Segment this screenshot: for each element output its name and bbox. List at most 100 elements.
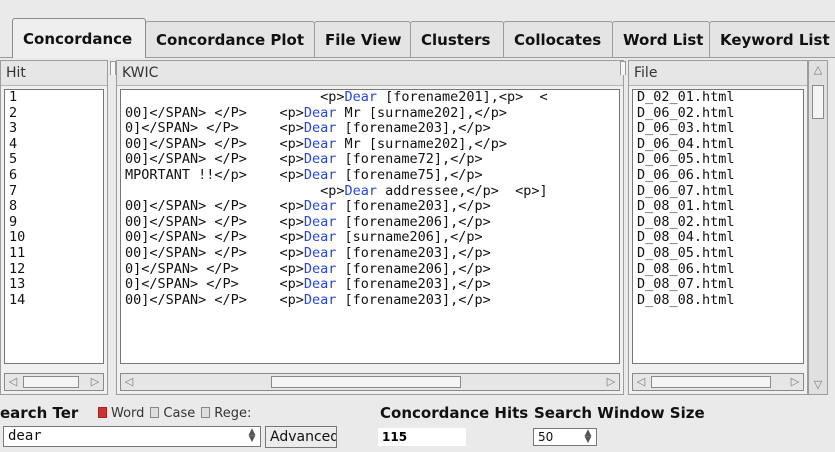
tab-collocates[interactable]: Collocates bbox=[503, 21, 613, 57]
kwic-right-context: [forename72],</p> bbox=[336, 151, 483, 168]
scroll-thumb[interactable] bbox=[812, 85, 824, 119]
vertical-scrollbar[interactable]: △ ▽ bbox=[808, 60, 828, 395]
kwic-node-word: Dear bbox=[303, 244, 337, 261]
kwic-row[interactable]: 0]</SPAN> </P> <p>Dear [forename203],</p… bbox=[121, 276, 619, 293]
file-row[interactable]: D_06_07.html bbox=[633, 183, 803, 200]
hit-row[interactable]: 11 bbox=[5, 245, 103, 262]
file-row[interactable]: D_08_02.html bbox=[633, 214, 803, 231]
file-row[interactable]: D_06_03.html bbox=[633, 121, 803, 137]
hit-row[interactable]: 8 bbox=[5, 199, 103, 215]
scroll-left-icon[interactable]: ◁ bbox=[122, 375, 136, 389]
kwic-left-context: 0]</SPAN> </P> bbox=[125, 260, 280, 277]
kwic-row[interactable]: <p>Dear addressee,</p> <p>] bbox=[121, 182, 619, 200]
advanced-button[interactable]: Advanced bbox=[265, 426, 337, 448]
tab-concordance-plot[interactable]: Concordance Plot bbox=[145, 21, 315, 57]
spinner-icon[interactable]: ▲ ▼ bbox=[582, 429, 594, 445]
file-row[interactable]: D_06_05.html bbox=[633, 152, 803, 168]
search-input[interactable]: dear ▲ ▼ bbox=[3, 426, 261, 447]
scroll-thumb[interactable] bbox=[23, 376, 79, 388]
file-row[interactable]: D_08_06.html bbox=[633, 261, 803, 278]
kwic-left-context: 00]</SPAN> </P> bbox=[125, 229, 280, 246]
kwic-list[interactable]: <p>Dear [forename201],<p> <00]</SPAN> </… bbox=[120, 89, 620, 364]
file-row[interactable]: D_06_04.html bbox=[633, 136, 803, 153]
kwic-node-word: Dear bbox=[303, 104, 337, 121]
kwic-row[interactable]: 0]</SPAN> </P> <p>Dear [forename203],</p… bbox=[121, 120, 619, 137]
kwic-row[interactable]: 00]</SPAN> </P> <p>Dear [forename203],</… bbox=[121, 198, 619, 215]
file-horizontal-scrollbar[interactable]: ◁ ▷ bbox=[632, 373, 804, 391]
file-column-header[interactable]: File bbox=[629, 61, 807, 86]
file-row[interactable]: D_08_07.html bbox=[633, 277, 803, 293]
scroll-thumb[interactable] bbox=[651, 376, 771, 388]
kwic-node-word: Dear bbox=[303, 276, 337, 293]
kwic-node-word: Dear bbox=[303, 166, 337, 183]
hit-row[interactable]: 1 bbox=[5, 90, 103, 106]
kwic-row[interactable]: 0]</SPAN> </P> <p>Dear [forename206],</p… bbox=[121, 260, 619, 278]
hit-row[interactable]: 10 bbox=[5, 230, 103, 246]
kwic-row[interactable]: 00]</SPAN> </P> <p>Dear Mr [surname202],… bbox=[121, 136, 619, 153]
file-row[interactable]: D_08_05.html bbox=[633, 245, 803, 262]
kwic-horizontal-scrollbar[interactable]: ◁ ▷ bbox=[120, 373, 620, 391]
hit-row[interactable]: 3 bbox=[5, 121, 103, 137]
tab-label: File View bbox=[325, 30, 402, 49]
regex-checkbox[interactable] bbox=[201, 407, 211, 418]
file-row[interactable]: D_02_01.html bbox=[633, 90, 803, 106]
file-list[interactable]: D_02_01.html D_06_02.html D_06_03.html D_06… bbox=[632, 89, 804, 364]
kwic-column-header[interactable]: KWIC bbox=[117, 61, 623, 86]
hit-row[interactable]: 4 bbox=[5, 136, 103, 153]
kwic-tag: <p> bbox=[279, 104, 304, 121]
file-row[interactable]: D_08_08.html bbox=[633, 292, 803, 309]
concordance-hits-label: Concordance Hits bbox=[380, 404, 529, 422]
hit-horizontal-scrollbar[interactable]: ◁ ▷ bbox=[4, 373, 104, 391]
file-row[interactable]: D_08_04.html bbox=[633, 230, 803, 246]
kwic-tag: <p> bbox=[279, 244, 304, 261]
kwic-tag: <p> bbox=[279, 198, 304, 215]
scroll-right-icon[interactable]: ▷ bbox=[88, 375, 102, 389]
kwic-row[interactable]: 00]</SPAN> </P> <p>Dear [forename206],</… bbox=[121, 214, 619, 231]
scroll-left-icon[interactable]: ◁ bbox=[634, 375, 648, 389]
hit-row[interactable]: 6 bbox=[5, 167, 103, 184]
kwic-row[interactable]: <p>Dear [forename201],<p> < bbox=[121, 90, 619, 106]
search-window-size-value: 50 bbox=[538, 430, 554, 444]
kwic-row[interactable]: 00]</SPAN> </P> <p>Dear [forename203],</… bbox=[121, 292, 619, 309]
case-checkbox[interactable] bbox=[150, 407, 160, 418]
hit-row[interactable]: 14 bbox=[5, 292, 103, 309]
kwic-tag: <p> bbox=[320, 182, 345, 199]
hit-list[interactable]: 1 2 3 4 5 6 7 8 9 10 11 12 13 14 bbox=[4, 89, 104, 364]
kwic-row[interactable]: 00]</SPAN> </P> <p>Dear Mr [surname202],… bbox=[121, 104, 619, 122]
file-row[interactable]: D_06_06.html bbox=[633, 167, 803, 184]
kwic-left-context: 00]</SPAN> </P> bbox=[125, 244, 280, 261]
hit-row[interactable]: 5 bbox=[5, 152, 103, 168]
tab-file-view[interactable]: File View bbox=[314, 21, 411, 57]
kwic-tag: <p> bbox=[279, 166, 304, 183]
tab-keyword-list[interactable]: Keyword List bbox=[709, 21, 835, 57]
hit-column-header[interactable]: Hit bbox=[1, 61, 107, 86]
hit-row[interactable]: 2 bbox=[5, 105, 103, 122]
hit-row[interactable]: 9 bbox=[5, 214, 103, 231]
kwic-splitter-handle[interactable] bbox=[620, 61, 626, 75]
scroll-up-icon[interactable]: △ bbox=[811, 63, 825, 77]
spinner-icon[interactable]: ▲ ▼ bbox=[246, 428, 258, 444]
tab-label: Keyword List bbox=[720, 30, 830, 49]
kwic-row[interactable]: 00]</SPAN> </P> <p>Dear [surname206],</p… bbox=[121, 230, 619, 246]
word-checkbox[interactable] bbox=[98, 407, 107, 418]
kwic-left-context: 0]</SPAN> </P> bbox=[125, 120, 280, 137]
kwic-row[interactable]: 00]</SPAN> </P> <p>Dear [forename72],</p… bbox=[121, 152, 619, 168]
file-row[interactable]: D_06_02.html bbox=[633, 105, 803, 122]
hit-row[interactable]: 13 bbox=[5, 277, 103, 293]
kwic-row[interactable]: MPORTANT !!</p> <p>Dear [forename75],</p… bbox=[121, 166, 619, 184]
search-window-size-input[interactable]: 50 ▲ ▼ bbox=[533, 428, 597, 446]
kwic-panel: KWIC <p>Dear [forename201],<p> <00]</SPA… bbox=[116, 60, 624, 395]
scroll-thumb[interactable] bbox=[271, 376, 461, 388]
kwic-row[interactable]: 00]</SPAN> </P> <p>Dear [forename203],</… bbox=[121, 244, 619, 262]
scroll-right-icon[interactable]: ▷ bbox=[788, 375, 802, 389]
tab-clusters[interactable]: Clusters bbox=[410, 21, 504, 57]
scroll-left-icon[interactable]: ◁ bbox=[6, 375, 20, 389]
scroll-right-icon[interactable]: ▷ bbox=[604, 375, 618, 389]
tab-word-list[interactable]: Word List bbox=[612, 21, 710, 57]
kwic-node-word: Dear bbox=[303, 260, 337, 277]
hit-row[interactable]: 12 bbox=[5, 261, 103, 278]
file-row[interactable]: D_08_01.html bbox=[633, 199, 803, 215]
tab-concordance[interactable]: Concordance bbox=[12, 18, 146, 58]
hit-row[interactable]: 7 bbox=[5, 183, 103, 200]
scroll-down-icon[interactable]: ▽ bbox=[811, 378, 825, 392]
